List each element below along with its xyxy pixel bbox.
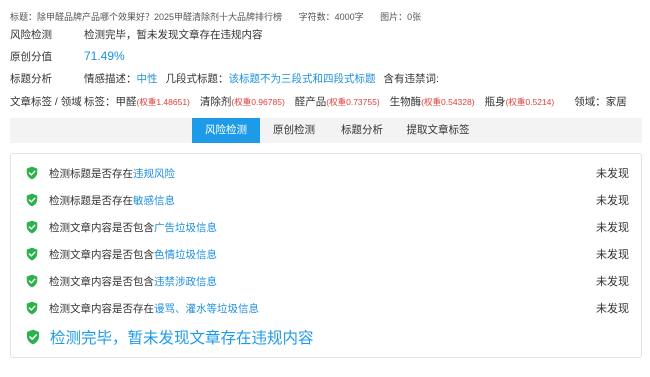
tags-row: 文章标签 / 领域 标签： 甲醛(权重1.48651) 清除剂(权重0.9678… <box>10 92 640 110</box>
check-item: 检测标题是否存在违规风险 未发现 <box>25 163 629 183</box>
original-score: 71.49% <box>84 49 125 63</box>
shield-check-icon <box>27 329 39 345</box>
article-meta: 标题：除甲醛品牌产品哪个效果好？2025甲醛清除剂十大品牌排行榜 字符数：400… <box>10 10 435 23</box>
tab-bar: 风险检测 原创检测 标题分析 提取文章标签 <box>10 118 642 143</box>
title-analysis-label: 标题分析 <box>10 72 52 85</box>
meta-title: 标题：除甲醛品牌产品哪个效果好？2025甲醛清除剂十大品牌排行榜 <box>10 12 283 22</box>
check-item: 检测文章内容是否存在谩骂、灌水等垃圾信息 未发现 <box>25 298 629 318</box>
final-result-message: 检测完毕，暂未发现文章存在违规内容 <box>50 330 314 347</box>
meta-wordcount: 字符数：4000字 <box>298 12 364 22</box>
tag-item: 醛产品(权重0.73755) <box>294 95 380 108</box>
check-text: 检测标题是否存在 <box>49 194 133 207</box>
structure-value: 该标题不为三段式和四段式标题 <box>228 72 376 85</box>
meta-images: 图片：0张 <box>380 12 422 22</box>
check-text: 检测文章内容是否包含 <box>49 221 154 234</box>
shield-check-icon <box>26 166 38 180</box>
tab-risk-detection[interactable]: 风险检测 <box>192 118 260 143</box>
structure-label: 几段式标题： <box>165 72 229 85</box>
risk-label: 风险检测 <box>10 28 52 41</box>
original-row: 原创分值 71.49% <box>10 47 640 65</box>
risk-results-panel: 检测标题是否存在违规风险 未发现 检测标题是否存在敏感信息 未发现 检测文章内容… <box>10 153 642 358</box>
check-item: 检测文章内容是否包含违禁涉政信息 未发现 <box>25 271 629 291</box>
check-highlight: 违禁涉政信息 <box>154 275 217 288</box>
tag-item: 生物酶(权重0.54328) <box>389 95 475 108</box>
check-status: 未发现 <box>596 303 629 315</box>
check-highlight: 谩骂、灌水等垃圾信息 <box>154 302 259 315</box>
check-text: 检测文章内容是否包含 <box>49 248 154 261</box>
shield-check-icon <box>26 220 38 234</box>
check-item: 检测文章内容是否包含广告垃圾信息 未发现 <box>25 217 629 237</box>
shield-check-icon <box>26 247 38 261</box>
field-label: 领域： <box>574 95 606 108</box>
tags-row-label: 文章标签 / 领域 <box>10 95 82 108</box>
tab-original-detection[interactable]: 原创检测 <box>260 118 328 143</box>
check-highlight: 敏感信息 <box>133 194 175 207</box>
original-label: 原创分值 <box>10 50 52 63</box>
check-text: 检测文章内容是否存在 <box>49 302 154 315</box>
field-value: 家居 <box>605 95 627 108</box>
check-status: 未发现 <box>596 222 629 234</box>
check-text: 检测标题是否存在 <box>49 167 133 180</box>
check-text: 检测文章内容是否包含 <box>49 275 154 288</box>
tab-title-analysis[interactable]: 标题分析 <box>328 118 396 143</box>
check-highlight: 色情垃圾信息 <box>154 248 217 261</box>
shield-check-icon <box>26 274 38 288</box>
tag-item: 甲醛(权重1.48651) <box>115 95 190 108</box>
tag-item: 瓶身(权重0.5214) <box>484 95 555 108</box>
check-status: 未发现 <box>596 195 629 207</box>
tags-label: 标签： <box>84 95 116 108</box>
check-item: 检测文章内容是否包含色情垃圾信息 未发现 <box>25 244 629 264</box>
check-status: 未发现 <box>596 276 629 288</box>
final-result: 检测完毕，暂未发现文章存在违规内容 <box>25 326 314 348</box>
check-status: 未发现 <box>596 168 629 180</box>
tab-extract-tags[interactable]: 提取文章标签 <box>396 118 480 143</box>
sentiment-value: 中性 <box>136 72 158 85</box>
banned-words-label: 含有违禁词: <box>383 72 439 85</box>
check-item: 检测标题是否存在敏感信息 未发现 <box>25 190 629 210</box>
shield-check-icon <box>26 193 38 207</box>
tag-item: 清除剂(权重0.96785) <box>199 95 285 108</box>
risk-value: 检测完毕，暂未发现文章存在违规内容 <box>84 28 263 41</box>
check-status: 未发现 <box>596 249 629 261</box>
sentiment-label: 情感描述： <box>84 72 137 85</box>
title-analysis-row: 标题分析 情感描述： 中性 几段式标题： 该标题不为三段式和四段式标题 含有违禁… <box>10 69 640 87</box>
check-highlight: 广告垃圾信息 <box>154 221 217 234</box>
check-highlight: 违规风险 <box>133 167 175 180</box>
risk-row: 风险检测 检测完毕，暂未发现文章存在违规内容 <box>10 25 640 43</box>
shield-check-icon <box>26 301 38 315</box>
